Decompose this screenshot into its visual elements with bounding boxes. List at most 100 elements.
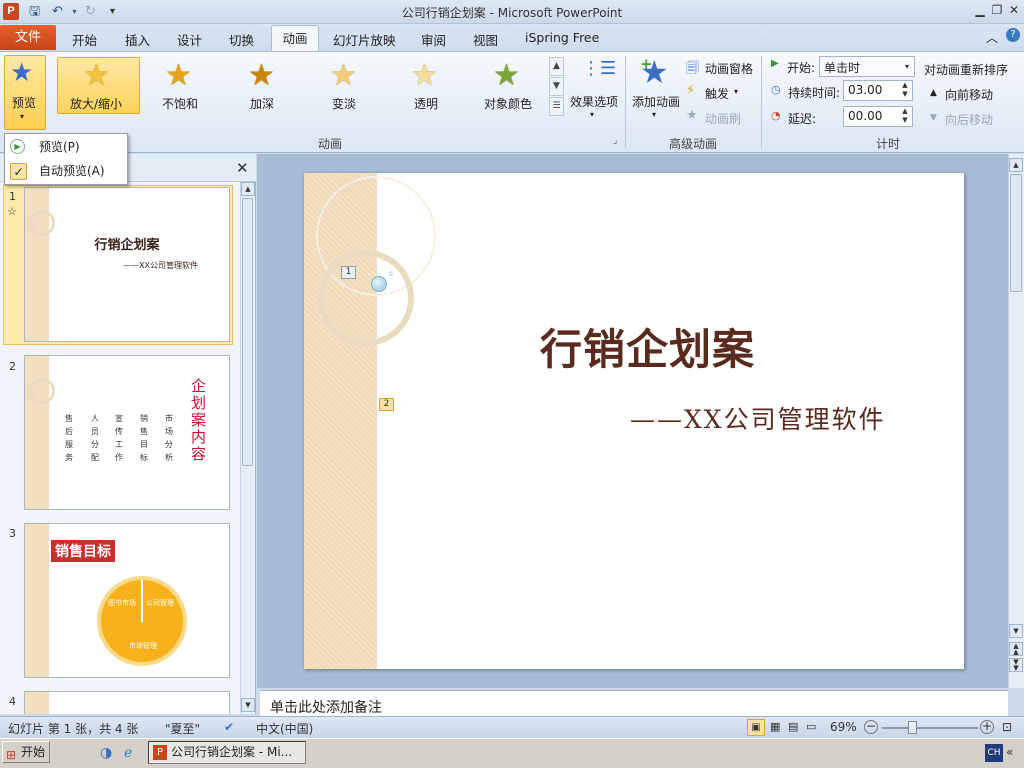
language-status[interactable]: 中文(中国) xyxy=(256,720,313,737)
animation-painter-icon: ★ xyxy=(686,108,698,123)
add-animation-button[interactable]: 添加动画 xyxy=(632,93,680,110)
preview-dropdown-menu: ▶ 预览(P) ✓ 自动预览(A) xyxy=(4,133,128,185)
transparency-star-icon: ★ xyxy=(411,58,438,93)
thumb-2-column-5: 市场分析 xyxy=(165,414,173,462)
slideshow-view-icon[interactable]: ▭ xyxy=(806,720,816,733)
next-slide-icon[interactable]: ▼ ▼ xyxy=(1009,658,1023,672)
animation-pane-button[interactable]: 动画窗格 xyxy=(705,60,753,77)
slide-decor-small-bubble: 0 xyxy=(389,271,393,278)
help-icon[interactable]: ? xyxy=(1006,28,1020,42)
zoom-out-icon[interactable]: − xyxy=(864,720,878,734)
tab-slideshow[interactable]: 幻灯片放映 xyxy=(333,30,396,49)
theme-name-status[interactable]: "夏至" xyxy=(165,720,200,737)
anim-grow-shrink[interactable]: 放大/缩小 xyxy=(70,95,122,112)
slide-thumbnail-4[interactable] xyxy=(24,691,230,714)
ime-indicator[interactable]: CH xyxy=(985,744,1003,762)
tab-design[interactable]: 设计 xyxy=(177,30,202,49)
animation-painter-button[interactable]: 动画刷 xyxy=(705,110,741,127)
move-later-button[interactable]: 向后移动 xyxy=(945,111,993,128)
gallery-more-icon[interactable]: ☰ xyxy=(549,97,564,116)
anim-transparency[interactable]: 透明 xyxy=(414,95,438,112)
tab-ispring[interactable]: iSpring Free xyxy=(525,30,599,45)
tab-file[interactable]: 文件 xyxy=(0,25,56,50)
slide-title[interactable]: 行销企划案 xyxy=(540,316,755,377)
menu-item-preview[interactable]: ▶ 预览(P) xyxy=(5,136,127,158)
zoom-in-icon[interactable]: + xyxy=(980,720,994,734)
slides-panel-scrollbar[interactable]: ▲ ▼ xyxy=(240,182,255,714)
main-vertical-scrollbar[interactable]: ▲ ▼ ▲ ▲ ▼ ▼ xyxy=(1008,154,1024,688)
anim-darken[interactable]: 加深 xyxy=(250,95,274,112)
slide-thumbnail-2[interactable]: 企划案内容 售后服务 人员分配 宣传工作 销售目标 市场分析 xyxy=(24,355,230,510)
trigger-lightning-icon: ⚡ xyxy=(686,83,696,98)
animation-dialog-launcher-icon[interactable]: ⌟ xyxy=(613,136,617,146)
zoom-slider-thumb[interactable] xyxy=(908,721,917,734)
slide-sorter-view-icon[interactable]: ▦ xyxy=(770,720,780,733)
tab-view[interactable]: 视图 xyxy=(473,30,498,49)
scroll-down-icon[interactable]: ▼ xyxy=(241,698,255,712)
zoom-slider-track[interactable] xyxy=(882,727,978,729)
tab-review[interactable]: 审阅 xyxy=(421,30,446,49)
tab-home[interactable]: 开始 xyxy=(72,30,97,49)
thumb-2-heading: 企划案内容 xyxy=(191,377,207,463)
preview-play-icon: ▶ xyxy=(10,139,25,154)
thumb-3-heading: 销售目标 xyxy=(51,540,115,562)
start-label: 开始: xyxy=(787,61,816,75)
animation-marker-1[interactable]: 1 xyxy=(341,266,356,279)
delay-input[interactable]: 00.00 ▲ ▼ xyxy=(843,106,913,127)
delay-spinner-icon[interactable]: ▲ ▼ xyxy=(899,107,911,126)
duration-spinner-icon[interactable]: ▲ ▼ xyxy=(899,81,911,100)
move-earlier-button[interactable]: 向前移动 xyxy=(945,86,993,103)
previous-slide-icon[interactable]: ▲ ▲ xyxy=(1009,642,1023,656)
reorder-label: 对动画重新排序 xyxy=(924,63,1009,77)
slide-thumbnail-3[interactable]: 销售目标 图书市场 公司管理 市场管理 xyxy=(24,523,230,678)
effect-options-button[interactable]: 效果选项 xyxy=(570,93,618,110)
anim-desaturate[interactable]: 不饱和 xyxy=(162,95,198,112)
start-select-value: 单击时 xyxy=(824,61,861,75)
collapse-ribbon-icon[interactable]: ︿ xyxy=(986,29,998,46)
notes-pane[interactable]: 单击此处添加备注 xyxy=(260,690,1008,716)
zoom-level[interactable]: 69% xyxy=(830,720,857,734)
duration-input[interactable]: 03.00 ▲ ▼ xyxy=(843,80,913,101)
animation-group-label: 动画 xyxy=(317,137,342,151)
slide-subtitle[interactable]: ——XX公司管理软件 xyxy=(630,400,886,436)
scroll-thumb[interactable] xyxy=(1010,174,1022,292)
anim-lighten[interactable]: 变淡 xyxy=(332,95,356,112)
animation-marker-2[interactable]: 2 xyxy=(379,398,394,411)
thumb-3-segment-3: 市场管理 xyxy=(129,642,157,650)
scroll-down-icon[interactable]: ▼ xyxy=(1009,624,1023,638)
thumb-1-title: 行销企划案 xyxy=(94,238,160,253)
gallery-scroll-up-icon[interactable]: ▲ xyxy=(549,57,564,76)
thumb-2-column-2: 人员分配 xyxy=(91,414,99,462)
browser-icon[interactable]: ℯ xyxy=(124,745,132,761)
start-button[interactable]: ⊞ 开始 xyxy=(2,741,50,763)
scroll-up-icon[interactable]: ▲ xyxy=(1009,158,1023,172)
normal-view-icon[interactable]: ▣ xyxy=(747,719,765,736)
close-window-icon[interactable]: ✕ xyxy=(1006,2,1022,18)
quick-launch-icon[interactable]: ◑ xyxy=(100,745,112,761)
fit-to-window-icon[interactable]: ⊡ xyxy=(1002,720,1012,734)
restore-icon[interactable]: ❐ xyxy=(989,2,1005,18)
reading-view-icon[interactable]: ▤ xyxy=(788,720,798,733)
tab-animations[interactable]: 动画 xyxy=(271,25,319,52)
checkmark-icon: ✓ xyxy=(10,163,27,180)
slide-number: 2 xyxy=(9,360,16,373)
anim-object-color[interactable]: 对象颜色 xyxy=(484,95,532,112)
desaturate-star-icon: ★ xyxy=(165,58,192,93)
tab-transitions[interactable]: 切换 xyxy=(229,30,254,49)
gallery-scroll-down-icon[interactable]: ▼ xyxy=(549,77,564,96)
minimize-icon[interactable]: ▁ xyxy=(972,2,988,18)
scroll-thumb[interactable] xyxy=(242,198,253,466)
taskbar-item-powerpoint[interactable]: P 公司行销企划案 - Mi... xyxy=(148,741,306,764)
trigger-button[interactable]: 触发 xyxy=(705,85,729,102)
close-panel-icon[interactable]: ✕ xyxy=(236,159,249,177)
tray-expand-icon[interactable]: « xyxy=(1006,745,1013,759)
menu-item-auto-preview[interactable]: ✓ 自动预览(A) xyxy=(5,160,127,182)
delay-clock-icon: ◔ xyxy=(771,109,781,122)
tab-insert[interactable]: 插入 xyxy=(125,30,150,49)
slide-count-status: 幻灯片 第 1 张，共 4 张 xyxy=(8,722,139,736)
start-select[interactable]: 单击时 ▾ xyxy=(819,56,915,77)
scroll-up-icon[interactable]: ▲ xyxy=(241,182,255,196)
spell-check-icon[interactable]: ✔ xyxy=(224,720,234,734)
slide-thumbnail-1[interactable]: 行销企划案 ——XX公司管理软件 xyxy=(24,187,230,342)
move-earlier-arrow-icon: ▲ xyxy=(930,88,937,98)
